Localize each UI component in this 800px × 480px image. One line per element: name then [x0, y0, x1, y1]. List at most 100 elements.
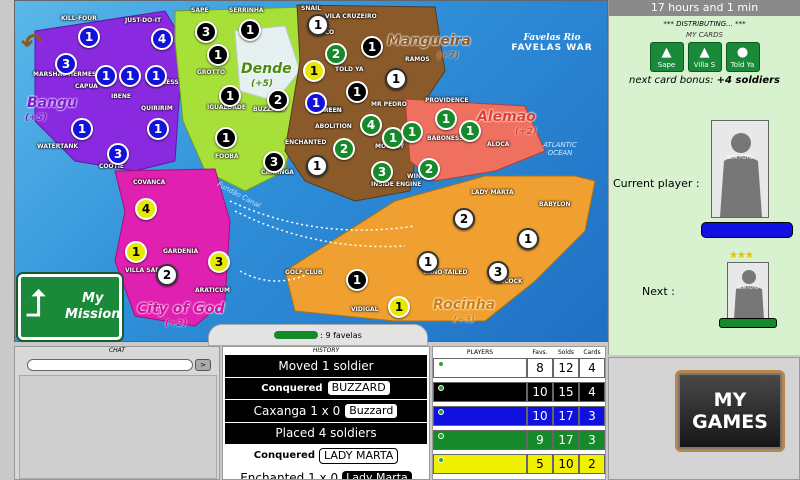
army-marker[interactable]: 1	[401, 121, 423, 143]
territory-label-gardenia[interactable]: GARDENIA	[163, 248, 198, 255]
territory-label-covanca[interactable]: COVANCA	[133, 179, 165, 186]
army-marker[interactable]: 4	[135, 198, 157, 220]
territory-label-told-ya[interactable]: TOLD YA	[335, 66, 364, 73]
army-marker[interactable]: 1	[346, 81, 368, 103]
army-marker[interactable]: 1	[307, 14, 329, 36]
army-marker[interactable]: 1	[147, 118, 169, 140]
players-table-header: PLAYERS Favs. Solds Cards	[433, 347, 605, 357]
army-marker[interactable]: 3	[55, 53, 77, 75]
army-marker[interactable]: 1	[361, 36, 383, 58]
territory-label-snail[interactable]: SNAIL	[301, 5, 321, 12]
player-row[interactable]: 8 12 4	[433, 357, 605, 379]
army-marker[interactable]: 2	[453, 208, 475, 230]
history-panel[interactable]: HISTORY Moved 1 soldier Conquered BUZZARD C…	[222, 346, 430, 480]
player-row[interactable]: 10 15 4	[433, 381, 605, 403]
territory-label-vila-cruzeiro[interactable]: VILA CRUZEIRO	[325, 13, 377, 20]
history-text: Placed 4 soldiers	[275, 426, 377, 441]
army-marker[interactable]: 3	[195, 21, 217, 43]
player-cards: 2	[579, 454, 605, 474]
territory-label-watertank[interactable]: WATERTANK	[37, 143, 78, 150]
army-marker[interactable]: 1	[219, 85, 241, 107]
army-marker[interactable]: 4	[151, 28, 173, 50]
territory-label-araticum[interactable]: ARATICUM	[195, 287, 230, 294]
army-marker[interactable]: 1	[145, 65, 167, 87]
army-marker[interactable]: 1	[385, 68, 407, 90]
territory-label-mr-pedro[interactable]: MR PEDRO	[371, 101, 407, 108]
army-marker[interactable]: 1	[305, 92, 327, 114]
back-arrow-icon[interactable]: ↶	[21, 29, 43, 59]
army-marker[interactable]: 1	[239, 19, 261, 41]
territory-label-grotto[interactable]: GROTTO	[197, 69, 225, 76]
army-marker[interactable]: 1	[125, 241, 147, 263]
circle-icon: ●	[736, 45, 749, 60]
army-marker[interactable]: 3	[208, 251, 230, 273]
army-marker[interactable]: 1	[388, 296, 410, 318]
col-solds: Solds	[557, 348, 575, 356]
army-marker[interactable]: 2	[267, 89, 289, 111]
army-marker[interactable]: 3	[487, 261, 509, 283]
territory-label-lady-marta[interactable]: LADY MARTA	[471, 189, 514, 196]
army-marker[interactable]: 4	[360, 114, 382, 136]
territory-label-capua[interactable]: CAPUA	[75, 83, 98, 90]
territory-label-kill-four[interactable]: KILL-FOUR	[61, 15, 97, 22]
army-marker[interactable]: 1	[306, 155, 328, 177]
army-marker[interactable]: 1	[346, 269, 368, 291]
army-marker[interactable]: 1	[459, 120, 481, 142]
favelas-count-tab: : 9 favelas	[208, 324, 428, 346]
history-territory-pill: BUZZARD	[326, 380, 391, 397]
army-marker[interactable]: 1	[517, 228, 539, 250]
territory-label-abolition[interactable]: ABOLITION	[315, 123, 352, 130]
online-status-icon	[438, 457, 444, 463]
chat-messages[interactable]	[19, 375, 217, 479]
army-marker[interactable]: 1	[95, 65, 117, 87]
soldier-silhouette-icon	[720, 133, 762, 217]
my-games-button[interactable]: MY GAMES	[675, 370, 785, 452]
territory-label-serrinha[interactable]: SERRINHA	[229, 7, 264, 14]
player-row[interactable]: 10 17 3	[433, 405, 605, 427]
territory-label-baboness[interactable]: BABONESS	[427, 135, 463, 142]
army-marker[interactable]: 1	[215, 127, 237, 149]
territory-label-vidigal[interactable]: VIDIGAL	[351, 306, 378, 313]
region-bonus-bangu: (+5)	[25, 113, 48, 123]
territory-label-enchanted[interactable]: ENCHANTED	[285, 139, 326, 146]
army-marker[interactable]: 1	[119, 65, 141, 87]
my-mission-button[interactable]: ⮥ My Mission	[18, 274, 122, 340]
army-marker[interactable]: 1	[207, 44, 229, 66]
player-cards: 3	[579, 406, 605, 426]
army-marker[interactable]: 1	[78, 26, 100, 48]
army-marker[interactable]: 1	[417, 251, 439, 273]
territory-label-ramos[interactable]: RAMOS	[405, 56, 430, 63]
territory-label-babylon[interactable]: BABYLON	[539, 201, 571, 208]
army-marker[interactable]: 2	[156, 264, 178, 286]
army-marker[interactable]: 1	[303, 60, 325, 82]
territory-label-just-do-it[interactable]: JUST-DO-IT	[125, 17, 161, 24]
region-bonus-dende: (+5)	[251, 79, 274, 89]
card-villa-s[interactable]: ▲ Villa S	[687, 42, 722, 72]
territory-label-providence[interactable]: PROVIDENCE	[425, 97, 468, 104]
player-row[interactable]: 9 17 3	[433, 429, 605, 451]
territory-label-quiririm[interactable]: QUIRIRIM	[141, 105, 173, 112]
territory-label-ibene[interactable]: IBENE	[111, 93, 131, 100]
army-marker[interactable]: 2	[325, 43, 347, 65]
army-marker[interactable]: 3	[107, 143, 129, 165]
army-marker[interactable]: 1	[435, 108, 457, 130]
territory-label-sape[interactable]: SAPE	[191, 7, 208, 14]
army-marker[interactable]: 2	[333, 138, 355, 160]
territory-label-golf-club[interactable]: GOLF CLUB	[285, 269, 323, 276]
turn-timer: 17 hours and 1 min	[609, 0, 800, 16]
next-card-bonus: next card bonus: +4 soldiers	[609, 75, 800, 86]
army-marker[interactable]: 2	[418, 158, 440, 180]
card-told-ya[interactable]: ● Told Ya	[725, 42, 760, 72]
chat-input[interactable]	[27, 359, 193, 371]
player-row[interactable]: 5 10 2	[433, 453, 605, 475]
army-marker[interactable]: 3	[263, 151, 285, 173]
chat-send-button[interactable]: >	[195, 359, 211, 371]
army-marker[interactable]: 3	[371, 161, 393, 183]
card-sape[interactable]: ▲ Sape	[649, 42, 684, 72]
army-marker[interactable]: 1	[71, 118, 93, 140]
my-mission-label: My Mission	[65, 291, 121, 322]
territory-label-aloca[interactable]: ALOCA	[487, 141, 509, 148]
next-player-color	[719, 318, 777, 328]
history-row: Placed 4 soldiers	[225, 422, 427, 444]
territory-label-fooba[interactable]: FOOBA	[215, 153, 239, 160]
